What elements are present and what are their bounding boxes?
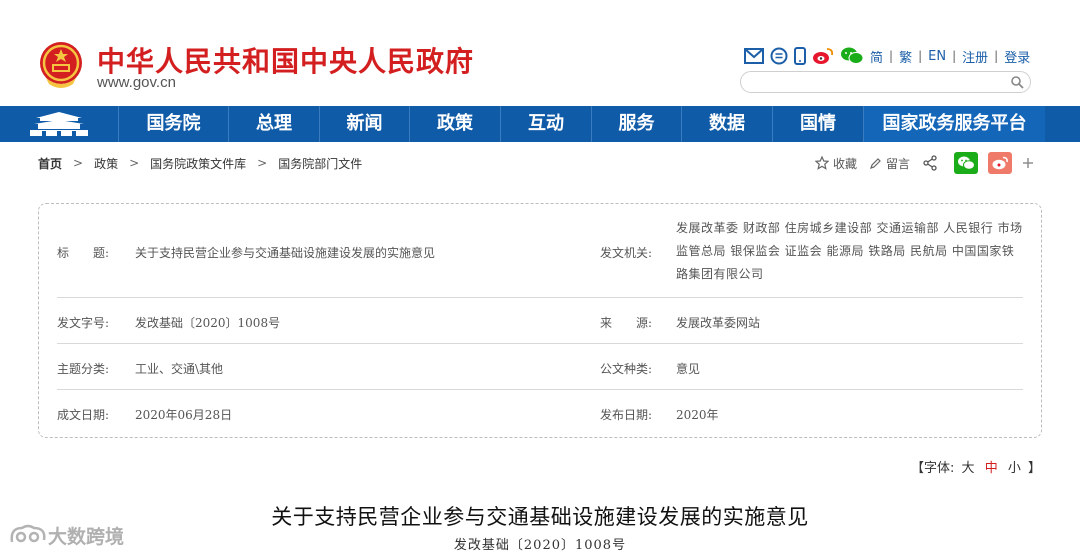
source-label: 来 源: xyxy=(600,316,653,330)
nav-item-policy[interactable]: 政策 xyxy=(409,106,500,142)
lang-english[interactable]: EN xyxy=(928,49,946,64)
breadcrumb-policy[interactable]: 政策 xyxy=(94,155,118,172)
share-icon xyxy=(923,155,937,171)
favorite-button[interactable]: 收藏 xyxy=(815,155,857,172)
login-link[interactable]: 登录 xyxy=(1004,47,1030,66)
breadcrumb-home[interactable]: 首页 xyxy=(38,155,62,172)
nav-item-premier[interactable]: 总理 xyxy=(228,106,319,142)
info-row-category: 主题分类: 工业、交通\其他 公文种类: 意见 xyxy=(57,344,1023,390)
nav-item-gov-service-platform[interactable]: 国家政务服务平台 xyxy=(863,106,1045,142)
date-label: 成文日期: xyxy=(57,408,110,422)
font-size-suffix: 】 xyxy=(1028,461,1042,476)
source-value: 发展改革委网站 xyxy=(676,316,761,330)
nav-item-news[interactable]: 新闻 xyxy=(319,106,409,142)
document-title: 关于支持民营企业参与交通基础设施建设发展的实施意见 xyxy=(271,505,809,529)
search-icon[interactable] xyxy=(1010,75,1024,89)
info-row-title: 标 题: 关于支持民营企业参与交通基础设施建设发展的实施意见 发文机关: 发展改… xyxy=(57,204,1023,298)
nav-item-services[interactable]: 服务 xyxy=(591,106,681,142)
site-header: 中华人民共和国中央人民政府 www.gov.cn 简 | 繁 | EN | 注册… xyxy=(0,0,1080,106)
watermark-logo-icon xyxy=(10,524,46,543)
share-wechat-button[interactable] xyxy=(954,152,979,174)
date-value: 2020年06月28日 xyxy=(135,408,233,422)
info-row-dates: 成文日期: 2020年06月28日 发布日期: 2020年 xyxy=(57,390,1023,436)
docno-value: 发改基础〔2020〕1008号 xyxy=(135,316,281,330)
search-box xyxy=(740,71,1031,93)
issuer-label: 发文机关: xyxy=(600,246,653,260)
pencil-icon xyxy=(870,157,881,169)
font-size-medium[interactable]: 中 xyxy=(985,461,998,476)
chevron-right-icon: > xyxy=(257,156,268,170)
star-icon xyxy=(815,156,829,170)
pubdate-value: 2020年 xyxy=(676,408,719,422)
share-button[interactable] xyxy=(922,155,942,171)
category-label: 主题分类: xyxy=(57,362,110,376)
document-number: 发改基础〔2020〕1008号 xyxy=(453,538,627,553)
doctype-value: 意见 xyxy=(676,362,701,376)
plus-icon[interactable] xyxy=(1022,157,1034,169)
top-links: 简 | 繁 | EN | 注册 | 登录 xyxy=(744,44,1030,68)
mail-icon[interactable] xyxy=(744,48,764,64)
font-size-control: 【字体: 大 中 小 】 xyxy=(911,457,1041,476)
docno-label: 发文字号: xyxy=(57,316,110,330)
comment-label: 留言 xyxy=(886,156,911,171)
comment-button[interactable]: 留言 xyxy=(869,155,910,172)
weibo-icon xyxy=(992,156,1008,170)
lang-traditional[interactable]: 繁 xyxy=(899,47,912,66)
chevron-right-icon: > xyxy=(73,156,84,170)
lang-simplified[interactable]: 简 xyxy=(870,47,883,66)
breadcrumb-policy-library[interactable]: 国务院政策文件库 xyxy=(150,155,246,172)
site-url[interactable]: www.gov.cn xyxy=(97,74,176,91)
watermark: 大数跨境 xyxy=(8,520,124,550)
doctype-label: 公文种类: xyxy=(600,362,653,376)
share-weibo-button[interactable] xyxy=(988,152,1013,174)
register-link[interactable]: 注册 xyxy=(962,47,988,66)
chevron-right-icon: > xyxy=(129,156,140,170)
category-value: 工业、交通\其他 xyxy=(135,362,224,376)
watermark-text: 大数跨境 xyxy=(48,525,125,548)
favorite-label: 收藏 xyxy=(833,156,858,171)
pubdate-label: 发布日期: xyxy=(600,408,653,422)
national-emblem-icon[interactable] xyxy=(38,40,84,90)
weibo-icon[interactable] xyxy=(812,47,834,65)
search-input[interactable] xyxy=(751,74,1001,90)
info-row-docno: 发文字号: 发改基础〔2020〕1008号 来 源: 发展改革委网站 xyxy=(57,298,1023,344)
document-info-box: 标 题: 关于支持民营企业参与交通基础设施建设发展的实施意见 发文机关: 发展改… xyxy=(38,203,1042,438)
wechat-icon[interactable] xyxy=(840,47,864,65)
title-value: 关于支持民营企业参与交通基础设施建设发展的实施意见 xyxy=(135,246,436,260)
nav-item-state-council[interactable]: 国务院 xyxy=(118,106,228,142)
nav-item-interaction[interactable]: 互动 xyxy=(500,106,591,142)
font-size-large[interactable]: 大 xyxy=(962,461,975,476)
issuer-value: 发展改革委 财政部 住房城乡建设部 交通运输部 人民银行 市场监管总局 银保监会… xyxy=(676,221,1023,281)
share-toolbar: 收藏 留言 xyxy=(815,151,1034,175)
nav-item-data[interactable]: 数据 xyxy=(681,106,772,142)
tiananmen-logo[interactable] xyxy=(0,106,118,142)
font-size-small[interactable]: 小 xyxy=(1008,461,1021,476)
chat-bubble-icon[interactable] xyxy=(770,47,788,65)
tiananmen-icon xyxy=(30,112,88,136)
main-nav: 国务院 总理 新闻 政策 互动 服务 数据 国情 国家政务服务平台 xyxy=(0,106,1080,142)
mobile-phone-icon[interactable] xyxy=(794,47,806,65)
nav-item-national-profile[interactable]: 国情 xyxy=(772,106,863,142)
wechat-icon xyxy=(958,156,976,170)
font-size-prefix: 【字体: xyxy=(911,461,955,476)
breadcrumb-department-docs[interactable]: 国务院部门文件 xyxy=(278,155,362,172)
title-label: 标 题: xyxy=(57,246,110,260)
breadcrumb: 首页 > 政策 > 国务院政策文件库 > 国务院部门文件 xyxy=(38,154,362,172)
